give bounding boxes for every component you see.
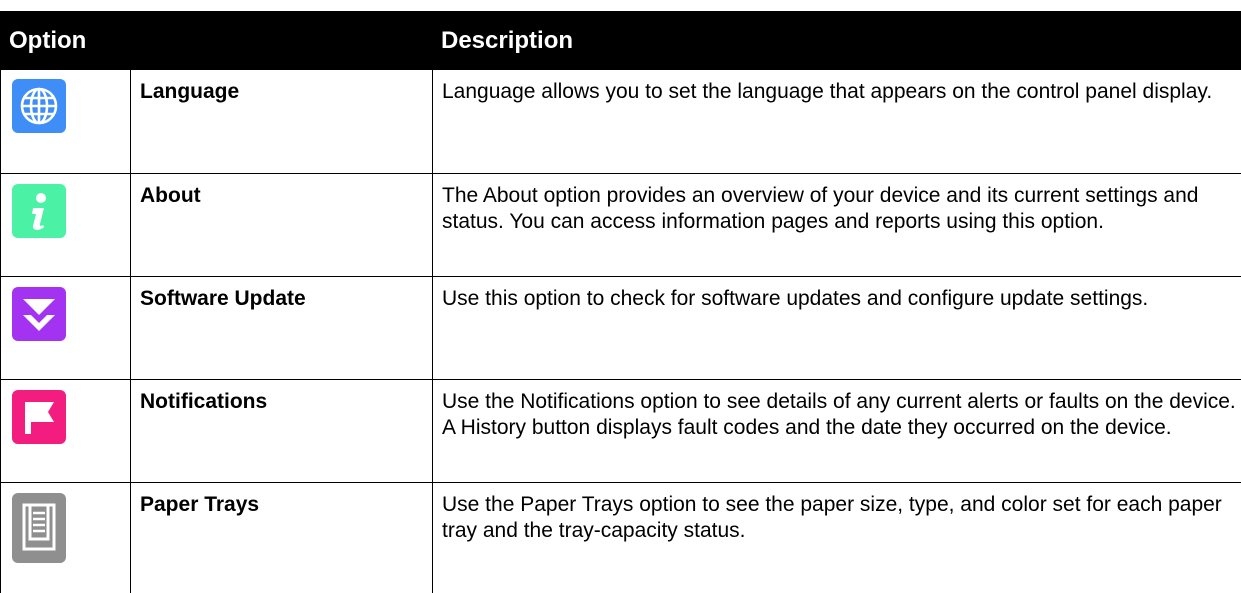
description-cell: Use the Notifications option to see deta… [433, 380, 1241, 482]
option-description: Use this option to check for software up… [442, 287, 1149, 310]
icon-cell [1, 483, 131, 593]
options-table: Option Description Language Language all… [0, 11, 1241, 593]
option-description: Use the Notifications option to see deta… [442, 390, 1236, 439]
option-description: The About option provides an overview of… [442, 184, 1199, 233]
table-row-software-update: Software Update Use this option to check… [0, 277, 1241, 380]
option-name: Notifications [140, 390, 268, 413]
globe-icon [12, 79, 66, 133]
table-row-language: Language Language allows you to set the … [0, 70, 1241, 174]
name-cell: About [131, 174, 433, 276]
download-chevron-icon [12, 287, 66, 341]
icon-cell [1, 380, 131, 482]
info-icon [12, 184, 66, 238]
option-column-header: Option [9, 27, 87, 54]
paper-tray-icon [12, 493, 66, 563]
option-name: About [140, 184, 201, 207]
description-column-header: Description [441, 27, 574, 54]
name-cell: Language [131, 70, 433, 173]
option-name: Paper Trays [140, 493, 260, 516]
icon-cell [1, 174, 131, 276]
name-cell: Notifications [131, 380, 433, 482]
option-name: Software Update [140, 287, 306, 310]
icon-cell [1, 70, 131, 173]
table-row-notifications: Notifications Use the Notifications opti… [0, 380, 1241, 483]
option-description: Use the Paper Trays option to see the pa… [442, 493, 1222, 542]
description-cell: The About option provides an overview of… [433, 174, 1241, 276]
description-cell: Use the Paper Trays option to see the pa… [433, 483, 1241, 593]
name-cell: Paper Trays [131, 483, 433, 593]
description-cell: Use this option to check for software up… [433, 277, 1241, 379]
table-header: Option Description [0, 11, 1241, 70]
table-row-about: About The About option provides an overv… [0, 174, 1241, 277]
option-name: Language [140, 80, 240, 103]
icon-cell [1, 277, 131, 379]
description-cell: Language allows you to set the language … [433, 70, 1241, 173]
flag-icon [12, 390, 66, 444]
name-cell: Software Update [131, 277, 433, 379]
option-description: Language allows you to set the language … [442, 80, 1213, 103]
table-row-paper-trays: Paper Trays Use the Paper Trays option t… [0, 483, 1241, 593]
